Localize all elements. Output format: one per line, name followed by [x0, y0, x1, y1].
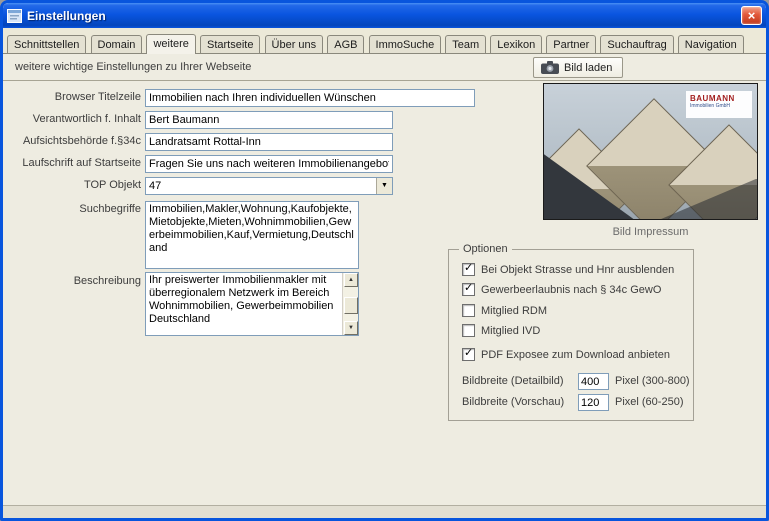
- image-caption: Bild Impressum: [612, 226, 689, 238]
- tab-startseite[interactable]: Startseite: [200, 35, 261, 53]
- window-icon: [7, 8, 22, 23]
- scroll-up-icon[interactable]: ▲: [344, 273, 358, 287]
- description-textarea[interactable]: Ihr preiswerter Immobilienmakler mit übe…: [146, 273, 342, 335]
- authority-label: Aufsichtsbehörde f.§34c: [22, 135, 141, 147]
- check-icon: ✓: [464, 261, 474, 274]
- browser-title-label: Browser Titelzeile: [54, 91, 141, 103]
- description-field: Ihr preiswerter Immobilienmakler mit übe…: [145, 272, 359, 336]
- description-label: Beschreibung: [73, 275, 141, 287]
- preview-width-input[interactable]: [578, 394, 609, 411]
- checkbox-row: ✓ Bei Objekt Strasse und Hnr ausblenden: [462, 261, 675, 276]
- form-footer: [3, 505, 766, 518]
- tab-team[interactable]: Team: [445, 35, 487, 53]
- load-image-button[interactable]: Bild laden: [533, 57, 624, 78]
- hide-street-checkbox[interactable]: ✓: [462, 261, 475, 276]
- logo-text: BAUMANN: [690, 94, 735, 103]
- options-groupbox: Optionen ✓ Bei Objekt Strasse und Hnr au…: [448, 243, 694, 421]
- tab-schnittstellen[interactable]: Schnittstellen: [7, 35, 87, 53]
- responsible-input[interactable]: [145, 111, 393, 129]
- tab-suchauftrag[interactable]: Suchauftrag: [600, 35, 674, 53]
- checkbox-label: Bei Objekt Strasse und Hnr ausblenden: [481, 263, 675, 276]
- close-button[interactable]: ×: [741, 6, 762, 25]
- logo-subtext: Immobilien GmbH: [690, 103, 731, 109]
- mitglied-ivd-checkbox[interactable]: ✓: [462, 324, 475, 337]
- tab-agb[interactable]: AGB: [327, 35, 365, 53]
- description-scrollbar[interactable]: ▲ ▼: [342, 273, 358, 335]
- checkbox-row: ✓ Gewerbeerlaubnis nach § 34c GewO: [462, 281, 662, 296]
- checkbox-row: ✓ PDF Exposee zum Download anbieten: [462, 346, 670, 361]
- options-legend: Optionen: [459, 243, 512, 255]
- tab-weitere[interactable]: weitere: [146, 34, 196, 54]
- checkbox-label: Gewerbeerlaubnis nach § 34c GewO: [481, 283, 662, 296]
- settings-window: Einstellungen × Schnittstellen Domain we…: [0, 0, 769, 521]
- browser-title-input[interactable]: [145, 89, 475, 107]
- impressum-image: BAUMANN Immobilien GmbH: [543, 83, 758, 220]
- window-title: Einstellungen: [27, 8, 106, 23]
- subheader: weitere wichtige Einstellungen zu Ihrer …: [3, 54, 766, 81]
- top-object-label: TOP Objekt: [83, 179, 141, 191]
- gewerbeerlaubnis-checkbox[interactable]: ✓: [462, 281, 475, 296]
- baumann-logo: BAUMANN Immobilien GmbH: [686, 91, 752, 118]
- tab-domain[interactable]: Domain: [90, 35, 143, 53]
- ticker-input[interactable]: [145, 155, 393, 173]
- check-icon: ✓: [464, 281, 474, 294]
- preview-width-hint: Pixel (60-250): [615, 396, 684, 408]
- tab-partner[interactable]: Partner: [546, 35, 597, 53]
- top-object-combobox[interactable]: 47 ▼: [145, 177, 393, 195]
- load-image-label: Bild laden: [564, 61, 613, 74]
- preview-width-label: Bildbreite (Vorschau): [462, 396, 565, 408]
- titlebar[interactable]: Einstellungen ×: [3, 3, 766, 28]
- mitglied-rdm-checkbox[interactable]: ✓: [462, 304, 475, 317]
- responsible-label: Verantwortlich f. Inhalt: [32, 113, 141, 125]
- tab-strip: Schnittstellen Domain weitere Startseite…: [3, 28, 766, 54]
- check-icon: ✓: [464, 346, 474, 359]
- authority-input[interactable]: [145, 133, 393, 151]
- top-object-value: 47: [149, 180, 162, 192]
- page-subtitle: weitere wichtige Einstellungen zu Ihrer …: [15, 61, 252, 73]
- ticker-label: Laufschrift auf Startseite: [22, 157, 141, 169]
- checkbox-row: ✓ Mitglied RDM: [462, 304, 547, 317]
- tab-immosuche[interactable]: ImmoSuche: [368, 35, 442, 53]
- checkbox-label: PDF Exposee zum Download anbieten: [481, 348, 670, 361]
- detail-width-label: Bildbreite (Detailbild): [462, 375, 564, 387]
- tab-lexikon[interactable]: Lexikon: [490, 35, 543, 53]
- checkbox-label: Mitglied IVD: [481, 324, 541, 337]
- detail-width-input[interactable]: [578, 373, 609, 390]
- camera-icon: [541, 61, 559, 74]
- tab-navigation[interactable]: Navigation: [677, 35, 744, 53]
- keywords-textarea[interactable]: Immobilien,Makler,Wohnung,Kaufobjekte,Mi…: [145, 201, 359, 269]
- checkbox-row: ✓ Mitglied IVD: [462, 324, 540, 337]
- keywords-label: Suchbegriffe: [79, 203, 141, 215]
- detail-width-hint: Pixel (300-800): [615, 375, 690, 387]
- tab-ueber-uns[interactable]: Über uns: [264, 35, 324, 53]
- pdf-expose-checkbox[interactable]: ✓: [462, 346, 475, 361]
- scrollbar-thumb[interactable]: [344, 297, 358, 314]
- scroll-down-icon[interactable]: ▼: [344, 321, 358, 335]
- checkbox-label: Mitglied RDM: [481, 304, 548, 317]
- chevron-down-icon[interactable]: ▼: [376, 178, 392, 194]
